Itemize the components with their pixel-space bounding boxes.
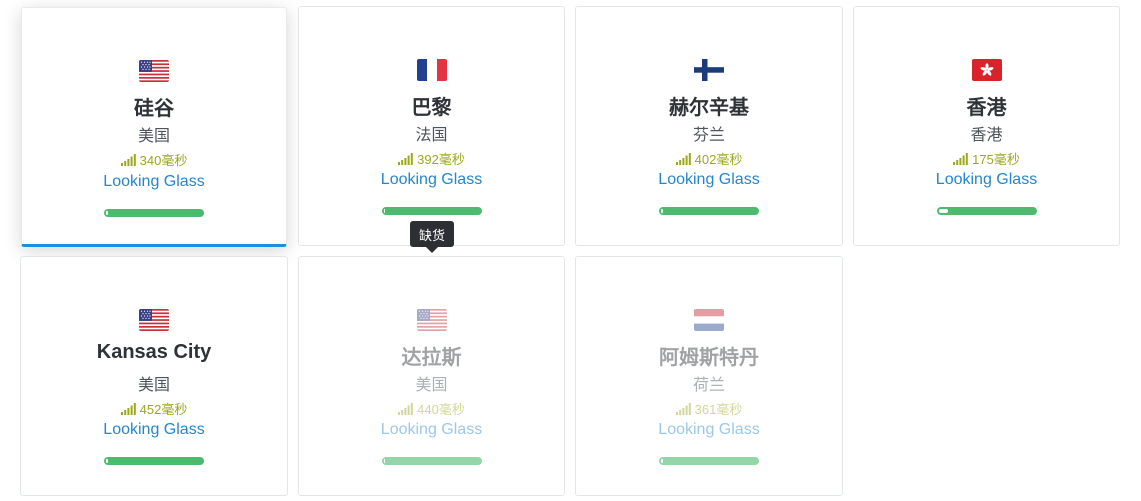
location-city: 香港: [966, 97, 1007, 119]
location-city: Kansas City: [96, 341, 212, 363]
load-bar-fill: [383, 209, 386, 213]
us-flag-icon: [139, 309, 169, 331]
ping-value: 452毫秒: [139, 402, 188, 417]
location-country: 香港: [970, 127, 1003, 144]
location-country: 美国: [137, 377, 170, 394]
location-city: 巴黎: [411, 97, 452, 119]
location-country: 法国: [415, 127, 448, 144]
location-ping: 452毫秒: [21, 399, 287, 418]
location-ping: 361毫秒: [576, 399, 842, 418]
fi-flag-icon: [694, 59, 724, 81]
signal-icon: [676, 153, 691, 165]
signal-icon: [121, 154, 136, 166]
load-bar-fill: [661, 209, 663, 213]
fr-flag-icon: [417, 59, 447, 81]
out-of-stock-tooltip: 缺货: [410, 221, 454, 247]
looking-glass-link[interactable]: Looking Glass: [22, 173, 286, 191]
ping-value: 392毫秒: [417, 152, 465, 167]
load-bar: [936, 207, 1037, 215]
tooltip-arrow: [426, 247, 438, 253]
location-city: 硅谷: [134, 98, 174, 120]
looking-glass-link[interactable]: Looking Glass: [854, 171, 1119, 189]
location-ping: 175毫秒: [854, 149, 1119, 168]
location-card-amsterdam[interactable]: 阿姆斯特丹 荷兰 361毫秒 Looking Glass: [575, 256, 843, 496]
signal-icon: [953, 153, 968, 165]
ping-value: 175毫秒: [972, 152, 1020, 167]
ping-value: 402毫秒: [694, 152, 743, 167]
hk-flag-icon: [972, 59, 1002, 81]
ping-value: 361毫秒: [694, 402, 743, 417]
location-country: 荷兰: [692, 377, 725, 394]
load-bar-fill: [106, 211, 108, 215]
location-country: 芬兰: [692, 127, 725, 144]
load-bar-fill: [938, 209, 949, 213]
signal-icon: [676, 403, 691, 415]
load-bar: [659, 207, 759, 215]
signal-icon: [121, 403, 136, 415]
location-city: 赫尔辛基: [669, 97, 749, 119]
location-card-kansas-city[interactable]: Kansas City 美国 452毫秒 Looking Glass: [20, 256, 288, 496]
signal-icon: [398, 153, 413, 165]
load-bar: [104, 457, 204, 465]
load-bar-fill: [661, 459, 663, 463]
signal-icon: [398, 403, 413, 415]
location-ping: 340毫秒: [22, 150, 286, 169]
location-country: 美国: [137, 128, 170, 145]
load-bar: [659, 457, 759, 465]
ping-value: 440毫秒: [417, 402, 465, 417]
load-bar-fill: [106, 459, 108, 463]
looking-glass-link[interactable]: Looking Glass: [299, 171, 564, 189]
location-city: 阿姆斯特丹: [659, 347, 759, 369]
location-card-silicon-valley[interactable]: 硅谷 美国 340毫秒 Looking Glass: [21, 7, 287, 247]
load-bar: [381, 207, 482, 215]
location-card-helsinki[interactable]: 赫尔辛基 芬兰 402毫秒 Looking Glass: [575, 6, 843, 246]
looking-glass-link[interactable]: Looking Glass: [576, 171, 842, 189]
location-country: 美国: [415, 377, 448, 394]
looking-glass-link[interactable]: Looking Glass: [576, 421, 842, 439]
location-card-hong-kong[interactable]: 香港 香港 175毫秒 Looking Glass: [853, 6, 1120, 246]
ping-value: 340毫秒: [139, 153, 188, 168]
nl-flag-icon: [694, 309, 724, 331]
location-card-paris[interactable]: 巴黎 法国 392毫秒 Looking Glass: [298, 6, 565, 246]
location-ping: 402毫秒: [576, 149, 842, 168]
location-city: 达拉斯: [401, 347, 462, 369]
load-bar: [104, 209, 204, 217]
looking-glass-link[interactable]: Looking Glass: [21, 421, 287, 439]
location-ping: 392毫秒: [299, 149, 564, 168]
location-card-dallas[interactable]: 达拉斯 美国 440毫秒 Looking Glass: [298, 256, 565, 496]
us-flag-icon: [417, 309, 447, 331]
location-ping: 440毫秒: [299, 399, 564, 418]
load-bar-fill: [383, 459, 386, 463]
load-bar: [381, 457, 482, 465]
us-flag-icon: [139, 60, 169, 82]
looking-glass-link[interactable]: Looking Glass: [299, 421, 564, 439]
